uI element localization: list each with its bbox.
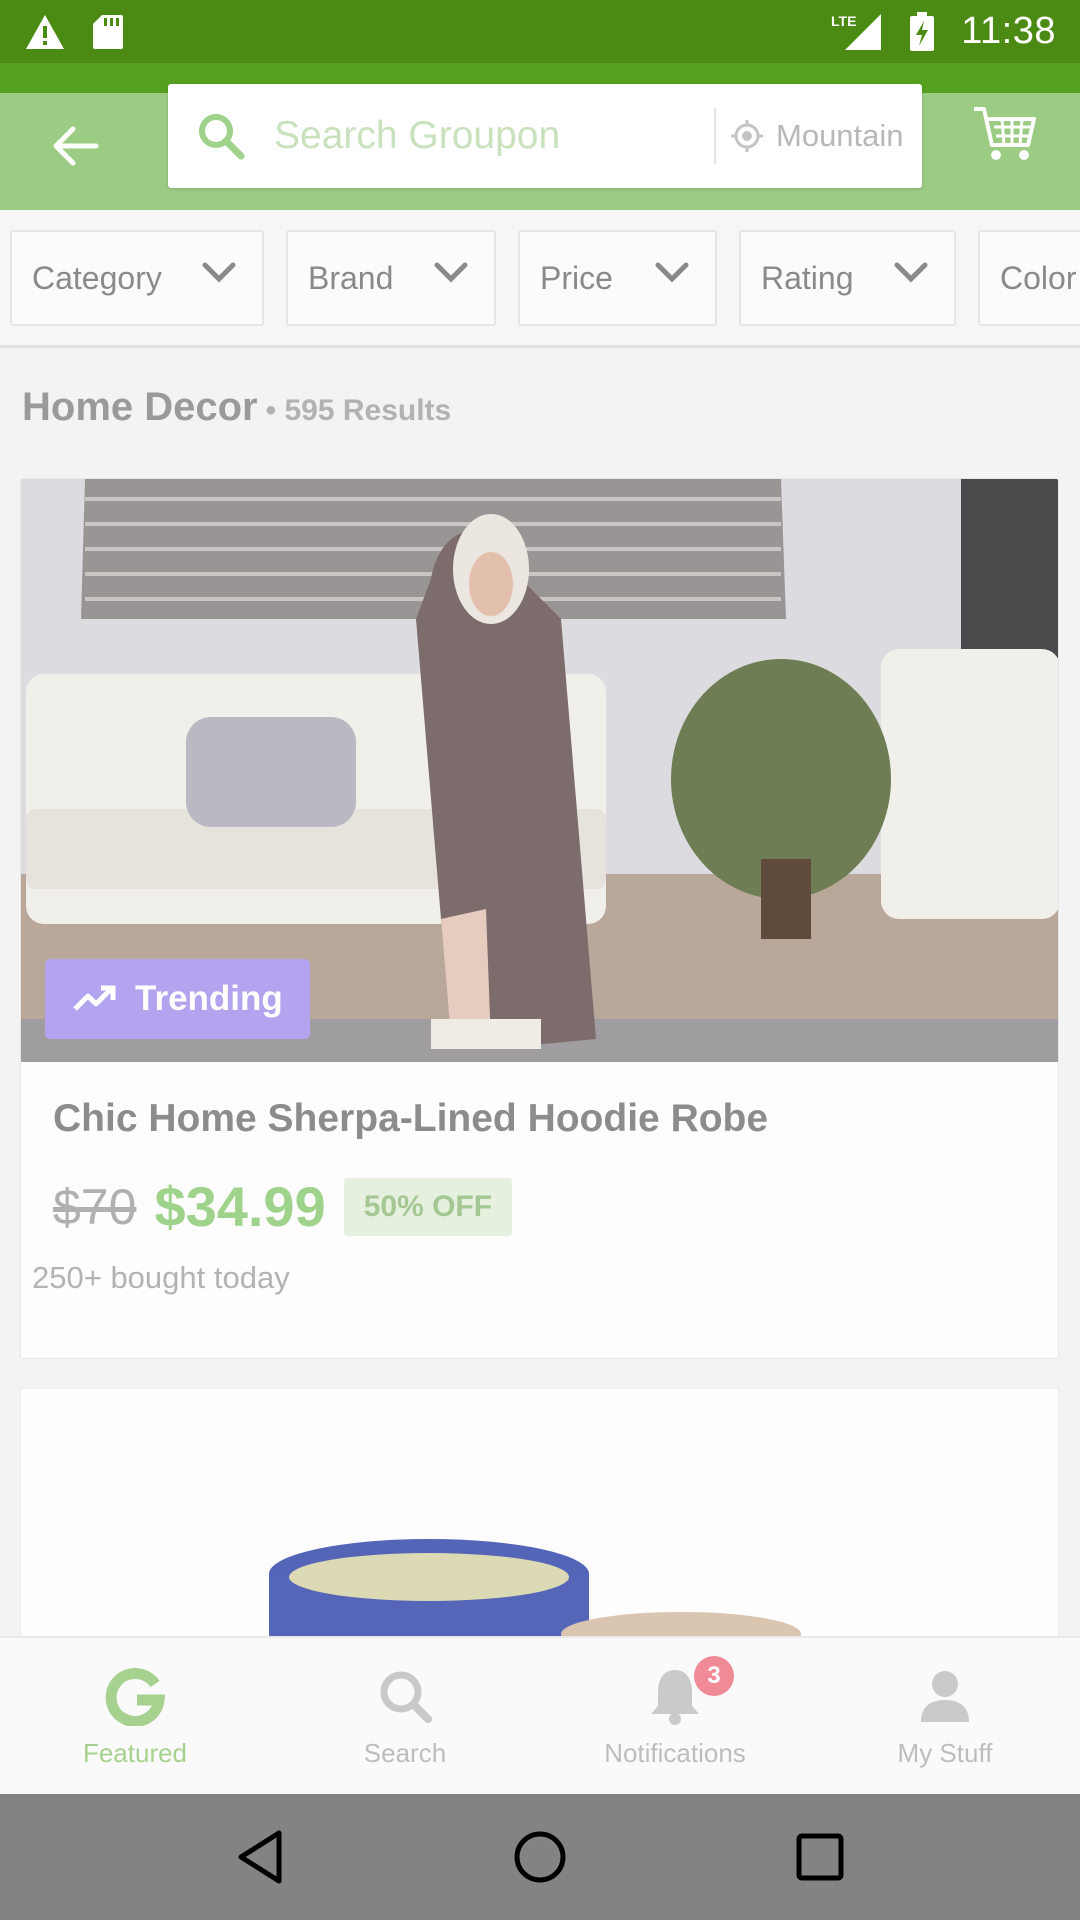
filter-color[interactable]: Color	[978, 230, 1080, 326]
deal-card-2[interactable]	[20, 1388, 1059, 1638]
groupon-search-results-screen: LTE 11:38 Search Groupon Mountain View C…	[0, 0, 1080, 1920]
price-row: $70 $34.99 50% OFF	[53, 1174, 513, 1239]
filter-label: Brand	[308, 259, 394, 296]
recents-square-icon	[796, 1833, 844, 1881]
bottom-navigation: Featured Search 3 Notifications My Stuff	[0, 1636, 1080, 1794]
nav-label: Notifications	[604, 1738, 746, 1768]
deal-price: $34.99	[154, 1175, 326, 1238]
deal-title[interactable]: Chic Home Sherpa-Lined Hoodie Robe	[53, 1097, 768, 1141]
back-button[interactable]	[40, 111, 110, 181]
cart-icon	[974, 107, 1036, 160]
filter-label: Price	[540, 259, 613, 296]
results-heading: Home Decor • 595 Results	[22, 385, 451, 430]
deal-card[interactable]: Trending Chic Home Sherpa-Lined Hoodie R…	[20, 478, 1059, 1359]
deal-image[interactable]: Trending	[21, 479, 1058, 1062]
app-header: Search Groupon Mountain View	[0, 63, 1080, 210]
chevron-down-icon	[202, 262, 236, 283]
search-icon	[373, 1664, 437, 1728]
system-navigation-bar	[0, 1794, 1080, 1920]
filter-label: Rating	[761, 259, 854, 296]
signal-icon: LTE	[831, 12, 883, 52]
sd-card-icon	[92, 14, 124, 50]
filter-brand[interactable]: Brand	[286, 230, 496, 326]
trending-up-icon	[73, 985, 116, 1011]
notification-count-badge: 3	[694, 1656, 734, 1696]
filter-price[interactable]: Price	[518, 230, 717, 326]
network-type-label: LTE	[831, 13, 856, 29]
search-input[interactable]: Search Groupon	[274, 114, 694, 158]
system-back-button[interactable]	[215, 1812, 305, 1902]
filter-label: Category	[32, 259, 162, 296]
filter-bar: Category Brand Price Rating Color	[0, 210, 1080, 348]
back-arrow-icon	[53, 126, 99, 166]
trending-badge: Trending	[45, 959, 310, 1039]
status-time: 11:38	[961, 10, 1056, 52]
filter-category[interactable]: Category	[10, 230, 264, 326]
nav-label: Featured	[82, 1738, 188, 1768]
groupon-g-icon	[103, 1664, 167, 1728]
nav-label: Search	[363, 1738, 447, 1768]
location-target-icon	[731, 120, 763, 152]
search-bar[interactable]: Search Groupon Mountain View	[168, 84, 922, 188]
bought-today-label: 250+ bought today	[32, 1260, 290, 1295]
search-divider	[714, 108, 716, 164]
search-icon	[199, 114, 245, 160]
discount-badge: 50% OFF	[343, 1177, 513, 1236]
battery-charging-icon	[909, 11, 935, 52]
chevron-down-icon	[434, 262, 468, 283]
chevron-down-icon	[655, 262, 689, 283]
nav-my-stuff[interactable]: My Stuff	[810, 1638, 1080, 1796]
filter-label: Color	[1000, 259, 1077, 296]
planter-photo-illustration	[21, 1389, 1058, 1637]
nav-label: My Stuff	[897, 1738, 993, 1768]
person-icon	[913, 1664, 977, 1728]
cart-button[interactable]	[972, 103, 1042, 173]
nav-search[interactable]: Search	[270, 1638, 540, 1796]
chevron-down-icon	[894, 262, 928, 283]
results-category: Home Decor	[22, 385, 258, 429]
system-home-button[interactable]	[495, 1812, 585, 1902]
trending-label: Trending	[135, 979, 283, 1018]
filter-rating[interactable]: Rating	[739, 230, 956, 326]
status-bar: LTE 11:38	[0, 0, 1080, 63]
back-triangle-icon	[238, 1830, 282, 1884]
system-recents-button[interactable]	[775, 1812, 865, 1902]
nav-featured[interactable]: Featured	[0, 1638, 270, 1796]
home-circle-icon	[514, 1831, 566, 1883]
location-field[interactable]: Mountain View	[776, 118, 906, 154]
original-price: $70	[53, 1178, 137, 1235]
nav-notifications[interactable]: 3 Notifications	[540, 1638, 810, 1796]
warning-icon	[24, 13, 66, 51]
results-count: • 595 Results	[265, 394, 452, 427]
